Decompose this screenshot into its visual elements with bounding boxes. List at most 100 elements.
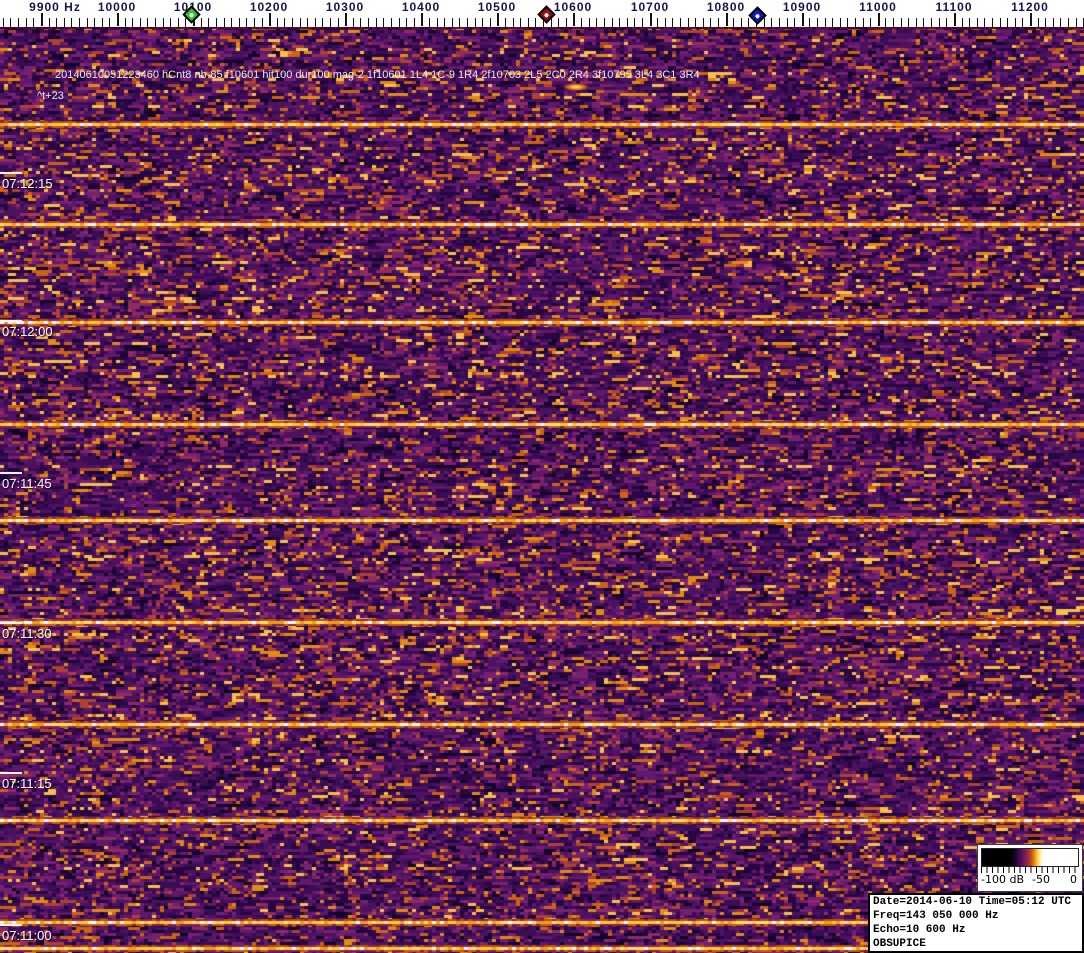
freq-tick xyxy=(718,18,719,27)
time-label: 07:12:00 xyxy=(2,324,53,339)
freq-tick xyxy=(224,18,225,27)
freq-tick xyxy=(3,18,4,27)
freq-tick xyxy=(726,13,728,26)
freq-tick xyxy=(1045,18,1046,27)
freq-tick xyxy=(513,18,514,27)
freq-tick xyxy=(650,13,652,26)
colorbar-gradient xyxy=(981,848,1079,867)
freq-tick xyxy=(170,18,171,27)
freq-tick xyxy=(771,18,772,27)
freq-tick xyxy=(672,18,673,27)
freq-tick xyxy=(475,18,476,27)
colorbar-label-min: -100 dB xyxy=(981,873,1024,886)
freq-tick xyxy=(231,18,232,27)
freq-tick xyxy=(300,18,301,27)
freq-tick xyxy=(885,18,886,27)
freq-tick xyxy=(262,18,263,27)
cursor-time-note: ^t+23 xyxy=(37,90,64,102)
freq-tick xyxy=(733,18,734,27)
freq-tick xyxy=(399,18,400,27)
freq-tick xyxy=(802,13,804,26)
freq-tick xyxy=(710,18,711,27)
freq-tick xyxy=(125,18,126,27)
freq-tick xyxy=(642,18,643,27)
freq-tick xyxy=(71,18,72,27)
freq-tick-label: 10700 xyxy=(630,0,670,14)
freq-tick-label: 10200 xyxy=(249,0,289,14)
freq-tick xyxy=(269,13,271,26)
freq-tick xyxy=(627,18,628,27)
freq-tick xyxy=(102,18,103,27)
freq-tick xyxy=(764,18,765,27)
freq-tick xyxy=(619,18,620,27)
colorbar-label-max: 0 xyxy=(1070,873,1077,886)
spectrogram-canvas[interactable] xyxy=(0,27,1084,953)
freq-tick xyxy=(79,18,80,27)
freq-tick xyxy=(794,18,795,27)
spectrogram-app: 9900 Hz100001010010200103001040010500106… xyxy=(0,0,1084,953)
freq-tick xyxy=(41,13,43,26)
freq-tick xyxy=(201,18,202,27)
freq-tick xyxy=(330,18,331,27)
freq-tick xyxy=(535,18,536,27)
freq-tick xyxy=(840,18,841,27)
freq-tick xyxy=(612,18,613,27)
freq-tick xyxy=(680,18,681,27)
time-label: 07:11:30 xyxy=(2,626,52,641)
freq-tick xyxy=(452,18,453,27)
freq-tick xyxy=(581,18,582,27)
freq-tick xyxy=(931,18,932,27)
time-label: 07:11:45 xyxy=(2,476,52,491)
freq-tick xyxy=(49,18,50,27)
freq-tick xyxy=(946,18,947,27)
freq-tick xyxy=(414,18,415,27)
freq-tick-label: 10800 xyxy=(706,0,746,14)
time-tick xyxy=(0,472,22,474)
freq-tick xyxy=(1068,18,1069,27)
freq-tick xyxy=(817,18,818,27)
freq-tick xyxy=(185,18,186,27)
freq-tick xyxy=(589,18,590,27)
freq-tick xyxy=(307,18,308,27)
freq-tick-label: 11100 xyxy=(935,0,973,14)
freq-tick xyxy=(741,18,742,27)
freq-tick xyxy=(1053,18,1054,27)
freq-tick xyxy=(1038,18,1039,27)
time-tick xyxy=(0,320,22,322)
freq-tick xyxy=(634,18,635,27)
freq-tick xyxy=(962,18,963,27)
freq-tick xyxy=(482,18,483,27)
freq-tick-label: 10300 xyxy=(325,0,365,14)
freq-tick-label: 9900 Hz xyxy=(29,0,81,14)
freq-tick xyxy=(117,13,119,26)
freq-tick xyxy=(825,18,826,27)
info-line-date-time: Date=2014-06-10 Time=05:12 UTC xyxy=(873,896,1072,908)
freq-tick xyxy=(984,18,985,27)
freq-tick xyxy=(878,13,880,26)
freq-tick xyxy=(809,18,810,27)
colorbar-label-mid: -50 xyxy=(1032,873,1050,886)
freq-tick-label: 10600 xyxy=(553,0,593,14)
freq-tick xyxy=(566,18,567,27)
freq-tick-label: 10900 xyxy=(782,0,822,14)
freq-tick xyxy=(490,18,491,27)
freq-tick xyxy=(437,18,438,27)
freq-tick xyxy=(353,18,354,27)
info-line-station: OBSUPICE xyxy=(873,938,926,950)
freq-tick xyxy=(467,18,468,27)
freq-tick xyxy=(908,18,909,27)
freq-tick xyxy=(459,18,460,27)
freq-tick xyxy=(33,18,34,27)
freq-tick xyxy=(870,18,871,27)
freq-tick xyxy=(551,18,552,27)
freq-tick xyxy=(604,18,605,27)
freq-tick xyxy=(421,13,423,26)
freq-tick-label: 10500 xyxy=(477,0,517,14)
freq-tick xyxy=(277,18,278,27)
marker-center-dot xyxy=(188,12,195,19)
freq-tick xyxy=(26,18,27,27)
time-tick xyxy=(0,924,22,926)
freq-tick xyxy=(1000,18,1001,27)
freq-tick xyxy=(901,18,902,27)
freq-tick xyxy=(163,18,164,27)
